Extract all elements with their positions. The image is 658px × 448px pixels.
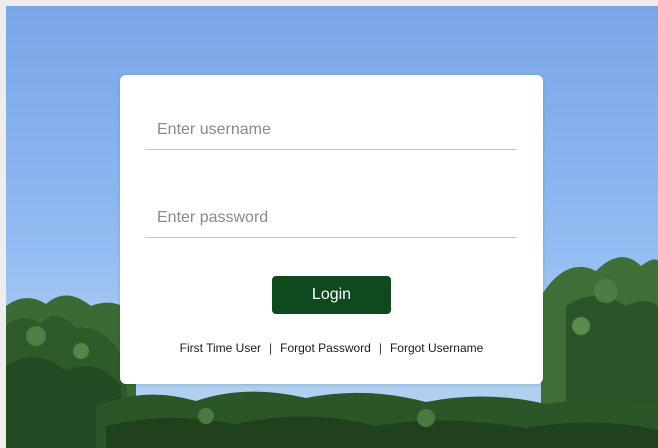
login-card: Login First Time User | Forgot Password | Fo… xyxy=(120,75,543,384)
first-time-user-link[interactable]: First Time User xyxy=(180,341,261,355)
login-button[interactable]: Login xyxy=(272,276,391,314)
password-input[interactable] xyxy=(145,198,517,238)
forgot-username-link[interactable]: Forgot Username xyxy=(390,341,483,355)
forgot-password-link[interactable]: Forgot Password xyxy=(280,341,371,355)
background-photo: Login First Time User | Forgot Password | Fo… xyxy=(6,6,658,448)
help-links: First Time User | Forgot Password | Forgot U… xyxy=(120,341,543,355)
link-separator: | xyxy=(378,341,382,355)
username-input[interactable] xyxy=(145,110,517,150)
link-separator: | xyxy=(269,341,273,355)
